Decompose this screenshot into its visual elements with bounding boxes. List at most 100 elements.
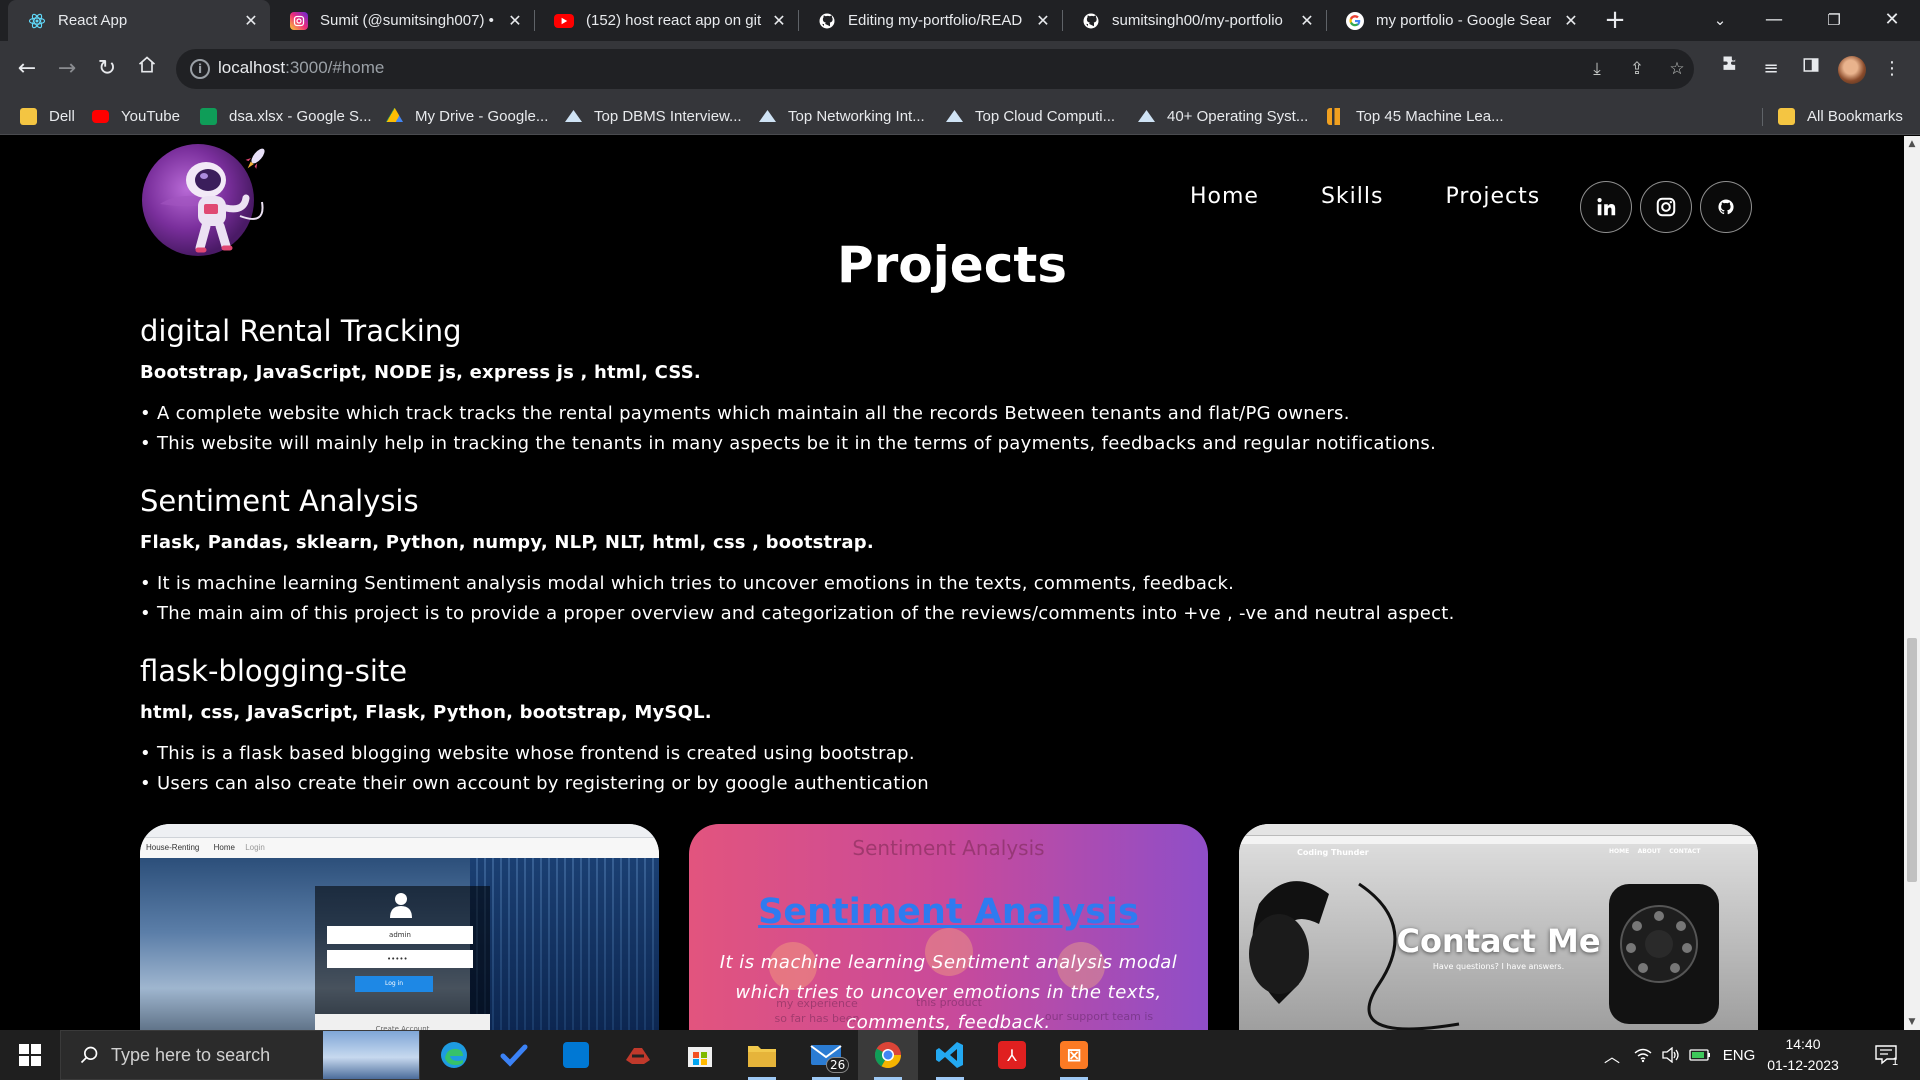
tab-search-chevron-icon[interactable]: ⌄	[1692, 0, 1748, 41]
scroll-down-arrow-icon[interactable]: ▼	[1904, 1014, 1920, 1030]
battery-icon[interactable]	[1686, 1030, 1714, 1080]
back-button[interactable]: ←	[12, 54, 42, 84]
profile-avatar[interactable]	[1838, 56, 1866, 84]
vscode-button[interactable]	[920, 1030, 980, 1080]
tray-overflow-chevron-icon[interactable]: ︿	[1596, 1030, 1628, 1080]
close-icon[interactable]: ✕	[1034, 11, 1052, 31]
scrollbar-thumb[interactable]	[1907, 638, 1917, 882]
taskbar-search[interactable]: Type here to search	[60, 1030, 420, 1080]
wifi-icon[interactable]	[1630, 1030, 1656, 1080]
project-tech: Flask, Pandas, sklearn, Python, numpy, N…	[140, 532, 874, 553]
language-indicator[interactable]: ENG	[1720, 1030, 1758, 1080]
search-highlight-image	[323, 1031, 419, 1079]
nav-home-link[interactable]: Home	[1190, 184, 1259, 209]
bookmark-star-icon[interactable]: ☆	[1666, 58, 1688, 80]
bookmark-item[interactable]: My Drive - Google...	[386, 98, 548, 134]
search-placeholder: Type here to search	[111, 1045, 271, 1065]
card-heading[interactable]: Sentiment Analysis	[689, 892, 1208, 932]
project-card-blog[interactable]: Coding Thunder HOME ABOUT CONTACT Contac…	[1239, 824, 1758, 1030]
store-tile-icon	[563, 1042, 589, 1068]
forward-button[interactable]: →	[52, 54, 82, 84]
project-card-rental[interactable]: House-Renting Home Login admin ••••• Log…	[140, 824, 659, 1030]
more-menu-icon[interactable]: ⋮	[1877, 54, 1907, 84]
close-icon[interactable]: ✕	[506, 11, 524, 31]
acrobat-button[interactable]: ⅄	[982, 1030, 1042, 1080]
close-icon[interactable]: ✕	[242, 11, 260, 31]
microsoft-store-button[interactable]	[670, 1030, 730, 1080]
project-name: digital Rental Tracking	[140, 314, 462, 348]
project-point: • This is a flask based blogging website…	[140, 743, 915, 764]
close-icon[interactable]: ✕	[770, 11, 788, 31]
page-viewport: Home Skills Projects Projects digital Re…	[0, 136, 1904, 1030]
site-nav: Home Skills Projects	[1190, 184, 1602, 209]
close-icon[interactable]: ✕	[1562, 11, 1580, 31]
side-panel-icon[interactable]	[1796, 54, 1826, 84]
close-window-button[interactable]: ✕	[1864, 0, 1920, 41]
address-url[interactable]: localhost:3000/#home	[218, 58, 384, 78]
card-login-box: admin ••••• Log in	[315, 886, 490, 1030]
game-button[interactable]	[608, 1030, 668, 1080]
react-icon	[28, 12, 46, 30]
tab-github-repo[interactable]: sumitsingh00/my-portfolio ✕	[1062, 0, 1326, 41]
media-queue-icon[interactable]: ≡	[1756, 54, 1786, 84]
card-username-field: admin	[327, 926, 473, 944]
site-info-icon[interactable]: i	[190, 59, 210, 79]
all-bookmarks[interactable]: All Bookmarks	[1778, 98, 1903, 134]
card-menu-item: CONTACT	[1669, 848, 1701, 855]
taskbar-clock[interactable]: 14:40 01-12-2023	[1758, 1034, 1848, 1076]
project-item: Sentiment Analysis Flask, Pandas, sklear…	[140, 484, 1455, 629]
nav-projects-link[interactable]: Projects	[1445, 184, 1540, 209]
drive-icon	[386, 107, 403, 122]
tab-instagram[interactable]: Sumit (@sumitsingh007) • ✕	[270, 0, 534, 41]
bookmark-item[interactable]: 40+ Operating Syst...	[1138, 98, 1308, 134]
clock-date: 01-12-2023	[1767, 1057, 1839, 1073]
address-bar[interactable]: i localhost:3000/#home ⤓ ⇪ ☆	[176, 49, 1694, 89]
close-icon[interactable]: ✕	[1298, 11, 1316, 31]
search-icon	[79, 1045, 101, 1067]
bookmark-item[interactable]: dsa.xlsx - Google S...	[200, 98, 372, 134]
start-button[interactable]	[0, 1030, 60, 1080]
extensions-icon[interactable]	[1716, 54, 1746, 84]
section-title: Projects	[836, 236, 1067, 294]
edge-button[interactable]	[424, 1030, 484, 1080]
todo-button[interactable]	[484, 1030, 544, 1080]
chrome-button[interactable]	[858, 1030, 918, 1080]
bookmark-item[interactable]: Top Networking Int...	[759, 98, 925, 134]
scroll-up-arrow-icon[interactable]: ▲	[1904, 136, 1920, 152]
linkedin-icon[interactable]	[1580, 181, 1632, 233]
instagram-icon	[290, 11, 308, 30]
instagram-icon[interactable]	[1640, 181, 1692, 233]
share-icon[interactable]: ⇪	[1626, 58, 1648, 80]
bookmark-item[interactable]: YouTube	[92, 98, 180, 134]
page-scrollbar[interactable]: ▲ ▼	[1904, 136, 1920, 1030]
new-tab-button[interactable]: +	[1600, 6, 1630, 36]
bookmark-item[interactable]: Top DBMS Interview...	[565, 98, 742, 134]
file-explorer-button[interactable]	[732, 1030, 792, 1080]
notifications-button[interactable]: 1	[1864, 1030, 1908, 1080]
github-icon[interactable]	[1700, 181, 1752, 233]
bookmark-item[interactable]: Top Cloud Computi...	[946, 98, 1115, 134]
bookmark-label: YouTube	[121, 107, 180, 125]
store-tile-button[interactable]	[546, 1030, 606, 1080]
mail-button[interactable]: 26	[796, 1030, 856, 1080]
reload-button[interactable]: ↻	[92, 54, 122, 84]
github-icon	[818, 12, 836, 30]
xampp-button[interactable]: ⊠	[1044, 1030, 1104, 1080]
bookmark-item[interactable]: Dell	[20, 98, 75, 134]
volume-icon[interactable]	[1658, 1030, 1684, 1080]
project-tech: html, css, JavaScript, Flask, Python, bo…	[140, 702, 712, 723]
home-button[interactable]	[132, 54, 162, 84]
bookmark-item[interactable]: Top 45 Machine Lea...	[1327, 98, 1504, 134]
minimize-button[interactable]: —	[1746, 0, 1802, 41]
tab-google-search[interactable]: my portfolio - Google Sear ✕	[1326, 0, 1590, 41]
project-name: Sentiment Analysis	[140, 484, 419, 518]
tab-youtube[interactable]: (152) host react app on git ✕	[534, 0, 798, 41]
install-app-icon[interactable]: ⤓	[1586, 58, 1608, 80]
tab-react-app[interactable]: React App ✕	[8, 0, 270, 41]
nav-skills-link[interactable]: Skills	[1321, 184, 1384, 209]
acrobat-icon: ⅄	[998, 1041, 1026, 1069]
restore-button[interactable]: ❐	[1806, 0, 1862, 41]
browser-toolbar: ← → ↻ i localhost:3000/#home ⤓ ⇪ ☆ ≡ ⋮	[0, 41, 1920, 98]
tab-github-editing[interactable]: Editing my-portfolio/READ ✕	[798, 0, 1062, 41]
project-card-sentiment[interactable]: Sentiment Analysis my experience so far h…	[689, 824, 1208, 1030]
